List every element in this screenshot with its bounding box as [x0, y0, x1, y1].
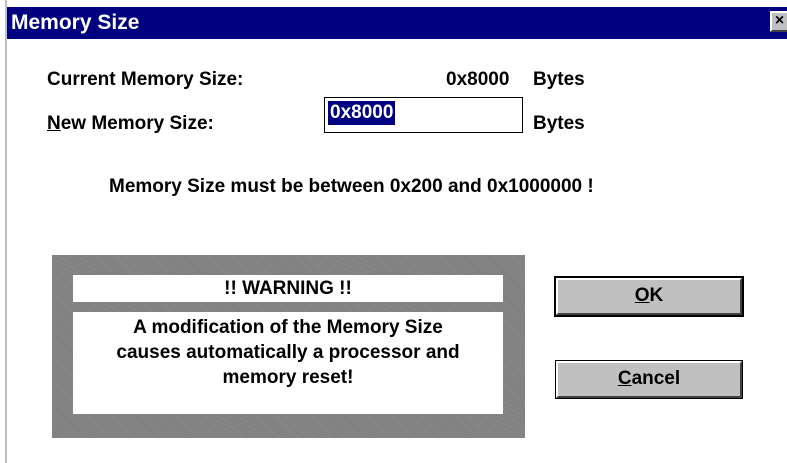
current-memory-size-label: Current Memory Size: — [47, 69, 244, 90]
current-memory-size-value: 0x8000 — [446, 69, 510, 90]
memory-range-note: Memory Size must be between 0x200 and 0x… — [109, 176, 594, 197]
new-memory-size-mnemonic: N — [47, 113, 61, 134]
ok-button[interactable]: OK — [554, 276, 744, 317]
warning-panel: !! WARNING !! A modification of the Memo… — [52, 255, 525, 438]
warning-line-2: causes automatically a processor and — [116, 342, 460, 363]
ok-mnemonic: O — [634, 285, 650, 306]
cancel-mnemonic: C — [617, 368, 632, 389]
new-memory-size-label: New Memory Size: — [47, 113, 214, 135]
cancel-button[interactable]: Cancel — [555, 360, 743, 399]
current-memory-size-unit: Bytes — [533, 69, 585, 90]
new-memory-size-value: 0x8000 — [328, 101, 396, 125]
close-icon[interactable]: × — [770, 11, 787, 32]
warning-title: !! WARNING !! — [73, 275, 503, 302]
dialog-title: Memory Size — [11, 11, 140, 34]
ok-label: K — [649, 285, 664, 306]
memory-size-dialog: Memory Size × Current Memory Size: 0x800… — [5, 0, 787, 463]
warning-message: A modification of the Memory Size causes… — [73, 312, 503, 414]
cancel-label: ancel — [631, 368, 681, 389]
warning-line-3: memory reset! — [222, 367, 354, 388]
new-memory-size-unit: Bytes — [533, 113, 585, 134]
new-memory-size-label-text: ew Memory Size: — [60, 113, 214, 134]
new-memory-size-input[interactable]: 0x8000 — [324, 97, 523, 133]
warning-line-1: A modification of the Memory Size — [133, 317, 443, 338]
title-bar[interactable]: Memory Size × — [7, 7, 787, 39]
